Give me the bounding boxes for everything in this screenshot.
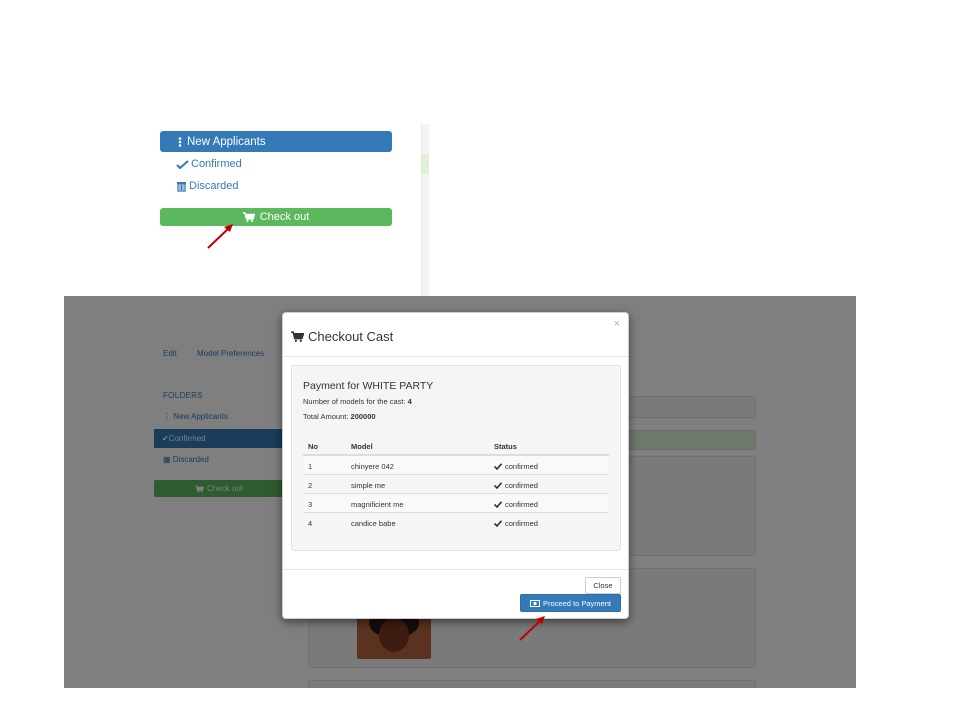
check-icon: [494, 463, 502, 470]
checkout-cast-modal: Checkout Cast × Payment for WHITE PARTY …: [282, 312, 629, 619]
row-status-text: confirmed: [505, 481, 538, 490]
vertical-ellipsis-icon: [178, 136, 182, 147]
payment-title: Payment for WHITE PARTY: [303, 380, 434, 392]
check-icon: [494, 520, 502, 527]
annotation-arrow-checkout: [207, 224, 233, 249]
table-header: No Model Status: [303, 436, 609, 456]
annotation-arrow-proceed: [519, 616, 545, 641]
check-out-label: Check out: [259, 211, 310, 223]
check-icon: [494, 482, 502, 489]
row-status-text: confirmed: [505, 500, 538, 509]
row-status: confirmed: [494, 462, 538, 471]
cart-icon: [242, 212, 255, 222]
new-applicants-label: New Applicants: [187, 135, 266, 148]
models-table: No Model Status 1 chinyere 042 confirmed…: [303, 436, 609, 532]
row-status: confirmed: [494, 500, 538, 509]
close-icon[interactable]: ×: [614, 318, 620, 330]
header-model: Model: [351, 442, 373, 451]
header-no: No: [308, 442, 318, 451]
row-no: 1: [308, 462, 313, 471]
table-row: 1 chinyere 042 confirmed: [303, 456, 609, 475]
modal-footer-divider: [283, 569, 628, 570]
proceed-to-payment-button[interactable]: Proceed to Payment: [520, 594, 621, 612]
table-row: 2 simple me confirmed: [303, 475, 609, 494]
row-no: 4: [308, 519, 313, 528]
total-amount-value: 200000: [350, 412, 376, 421]
check-out-button[interactable]: Check out: [160, 208, 392, 226]
row-model: chinyere 042: [351, 462, 394, 471]
row-no: 3: [308, 500, 313, 509]
proceed-label: Proceed to Payment: [543, 598, 611, 608]
row-no: 2: [308, 481, 313, 490]
modal-title-text: Checkout Cast: [308, 329, 394, 344]
confirmed-label: Confirmed: [191, 158, 242, 170]
trash-icon: [176, 181, 187, 192]
payment-summary-panel: Payment for WHITE PARTY Number of models…: [291, 365, 621, 551]
row-status-text: confirmed: [505, 519, 538, 528]
table-row: 4 candice babe confirmed: [303, 513, 609, 532]
content-edge: [421, 124, 429, 300]
check-icon: [494, 501, 502, 508]
sidebar-zoom-inset: New Applicants Confirmed Discarded Check…: [88, 124, 429, 300]
table-row: 3 magnificient me confirmed: [303, 494, 609, 513]
confirmed-link[interactable]: Confirmed: [176, 158, 242, 170]
check-icon: [176, 159, 189, 169]
row-model: magnificient me: [351, 500, 404, 509]
models-count-line: Number of models for the cast: 4: [303, 397, 412, 406]
modal-title: Checkout Cast: [291, 329, 393, 344]
discarded-label: Discarded: [189, 180, 239, 192]
models-count-label: Number of models for the cast:: [303, 397, 406, 406]
money-icon: [530, 599, 541, 607]
total-amount-line: Total Amount: 200000: [303, 412, 376, 421]
content-edge-highlight: [421, 154, 429, 174]
close-button[interactable]: Close: [585, 577, 621, 594]
row-status: confirmed: [494, 481, 538, 490]
header-status: Status: [494, 442, 517, 451]
discarded-link[interactable]: Discarded: [176, 180, 239, 192]
row-model: simple me: [351, 481, 386, 490]
row-status: confirmed: [494, 519, 538, 528]
new-applicants-button[interactable]: New Applicants: [160, 131, 392, 152]
row-model: candice babe: [351, 519, 396, 528]
total-amount-label: Total Amount:: [303, 412, 349, 421]
modal-header: Checkout Cast ×: [283, 313, 628, 357]
page: New Applicants Confirmed Discarded Check…: [0, 0, 960, 720]
models-count-value: 4: [407, 397, 412, 406]
row-status-text: confirmed: [505, 462, 538, 471]
cart-icon: [291, 331, 304, 342]
